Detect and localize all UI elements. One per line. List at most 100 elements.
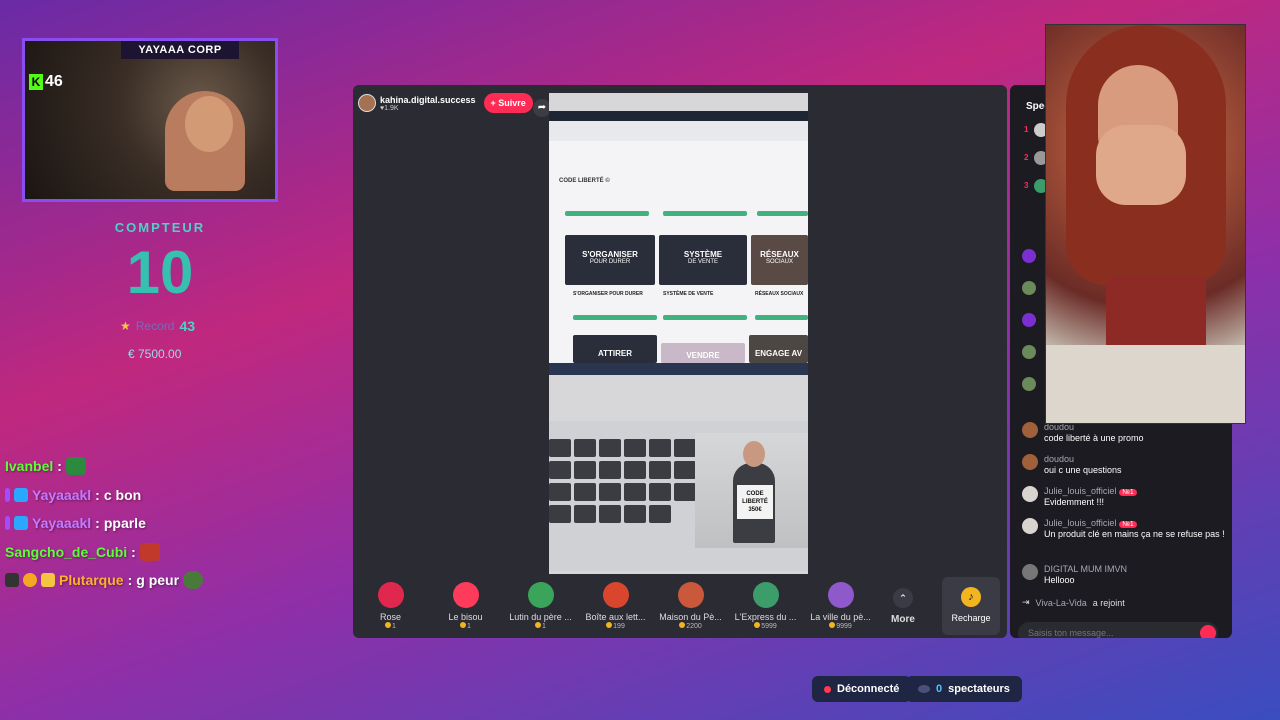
gift-item[interactable]: Boîte aux lett... 199	[578, 582, 653, 630]
video-brand: CODE LIBERTÉ ©	[559, 178, 610, 184]
joined-text: a rejoint	[1092, 597, 1125, 608]
chat-line: Sangcho_de_Cubi :	[5, 538, 335, 567]
star-icon: ★	[120, 319, 131, 333]
promo-image: CODE LIBERTÉ 350€	[695, 433, 808, 548]
kick-counter: K 46	[29, 73, 63, 91]
follow-button[interactable]: + Suivre	[483, 93, 533, 113]
joined-username[interactable]: Viva-La-Vida	[1036, 598, 1087, 608]
coin-badge-icon	[23, 573, 37, 588]
rose-gift-icon	[377, 582, 404, 608]
chat-message: pparle	[103, 515, 146, 532]
tile-title: S'ORGANISER	[582, 250, 638, 259]
chat-input[interactable]	[1018, 622, 1218, 638]
chat-line: Ivanbel :	[5, 452, 335, 481]
cube-badge-icon	[14, 516, 28, 531]
tile-caption: SYSTÈME DE VENTE	[663, 291, 714, 297]
keyboard-row	[549, 461, 696, 479]
host-name[interactable]: kahina.digital.success	[380, 95, 476, 105]
recharge-button[interactable]: ♪ Recharge	[942, 577, 1000, 635]
coin-icon	[385, 622, 392, 628]
mailbox-gift-icon	[602, 582, 629, 608]
gift-price: 9999	[803, 622, 878, 630]
chat-username[interactable]: DIGITAL MUM IMVN	[1044, 564, 1127, 574]
streamer-webcam: YAYAAA CORP K 46	[22, 38, 278, 202]
gift-name: La ville du pè...	[810, 612, 871, 622]
tile-caption: RÉSEAUX SOCIAUX	[755, 291, 804, 297]
elf-gift-icon	[527, 582, 554, 608]
more-label: More	[891, 613, 915, 625]
course-tile: RÉSEAUX SOCIAUX	[751, 235, 808, 285]
chat-username: Plutarque	[59, 572, 124, 589]
keyboard-row	[549, 439, 696, 457]
chat-text: Un produit clé en mains ça ne se refuse …	[1044, 529, 1225, 539]
rank-number: 1	[1024, 125, 1029, 134]
progress-bar	[663, 211, 747, 216]
gift-item[interactable]: Rose 1	[353, 582, 428, 630]
join-icon: ⇥	[1022, 597, 1030, 607]
chat-username[interactable]: Julie_louis_officiel	[1044, 518, 1116, 528]
counter-value: 10	[126, 239, 194, 306]
house-gift-icon	[677, 582, 704, 608]
gift-item[interactable]: La ville du pè... 9999	[803, 582, 878, 630]
join-notice: ⇥ Viva-La-Vida a rejoint	[1022, 597, 1125, 608]
sub-badge-icon	[5, 487, 10, 502]
host-header: kahina.digital.success ♥1.9K + Suivre	[358, 93, 533, 113]
tiktok-coin-icon: ♪	[961, 587, 981, 607]
chat-text: Hellooo	[1044, 575, 1075, 585]
chat-text: code liberté à une promo	[1044, 433, 1144, 443]
gift-name: L'Express du ...	[734, 612, 797, 622]
chat-username: Ivanbel	[5, 458, 54, 475]
gift-item[interactable]: Lutin du père ... 1	[503, 582, 578, 630]
record-label: Record	[135, 319, 175, 333]
bed-sheet	[1046, 345, 1245, 423]
chat-message: doudou oui c une questions	[1022, 454, 1227, 476]
guest-hand	[1096, 125, 1186, 205]
keyboard-row	[549, 483, 696, 501]
record-row: ★ Record 43	[120, 318, 195, 334]
like-heart-icon[interactable]	[1200, 625, 1216, 638]
gift-item[interactable]: Maison du Pè... 2200	[653, 582, 728, 630]
gift-item[interactable]: Le bisou 1	[428, 582, 503, 630]
rank-number: 2	[1024, 153, 1029, 162]
tiktok-live-panel: kahina.digital.success ♥1.9K + Suivre ➦ …	[353, 85, 1007, 638]
coin-icon	[535, 622, 542, 628]
chat-avatar	[1022, 377, 1036, 391]
disconnected-dot-icon	[824, 685, 831, 693]
progress-bar	[565, 211, 649, 216]
chat-line: Yayaaakl : c bon	[5, 481, 335, 510]
rose-emote-icon	[65, 457, 86, 476]
chat-message: c bon	[103, 486, 142, 503]
gift-bar: Rose 1 Le bisou 1 Lutin du père ... 1 Bo…	[353, 574, 1007, 638]
viewer-label: spectateurs	[948, 683, 1010, 695]
chat-username[interactable]: doudou	[1044, 454, 1122, 464]
browser-tabs	[549, 111, 808, 121]
chat-message: doudou code liberté à une promo	[1022, 422, 1227, 444]
chat-username[interactable]: Julie_louis_officiel	[1044, 486, 1116, 496]
promo-sign: CODE LIBERTÉ 350€	[737, 485, 773, 519]
viewer-number: 0	[936, 683, 943, 695]
webcam-title: YAYAAA CORP	[121, 41, 239, 59]
chat-message: Julie_louis_officiel №1 Un produit clé en…	[1022, 518, 1227, 540]
monster-emote-icon	[139, 542, 160, 561]
gift-name: Lutin du père ...	[509, 612, 572, 622]
streamer-head	[185, 96, 233, 152]
kick-count: 46	[45, 73, 63, 90]
progress-bar	[755, 315, 808, 320]
gift-name: Rose	[379, 612, 401, 622]
tile-subtitle: DE VENTE	[687, 259, 718, 265]
host-likes: ♥1.9K	[380, 104, 399, 112]
avatar	[1022, 422, 1038, 438]
host-info: kahina.digital.success ♥1.9K	[380, 95, 476, 112]
recharge-label: Recharge	[951, 613, 991, 623]
progress-bar	[663, 315, 747, 320]
kiss-gift-icon	[452, 582, 479, 608]
chat-username: Yayaaakl	[32, 515, 92, 532]
rank-number: 3	[1024, 181, 1029, 190]
more-gifts-button[interactable]: ⌃ More	[878, 587, 928, 625]
gift-price: 1	[503, 622, 578, 630]
gift-item[interactable]: L'Express du ... 5999	[728, 582, 803, 630]
host-avatar[interactable]	[358, 94, 376, 112]
rank-badge: №1	[1119, 489, 1137, 496]
connection-label: Déconnecté	[837, 683, 900, 695]
course-tile: ATTIRER	[573, 335, 657, 363]
